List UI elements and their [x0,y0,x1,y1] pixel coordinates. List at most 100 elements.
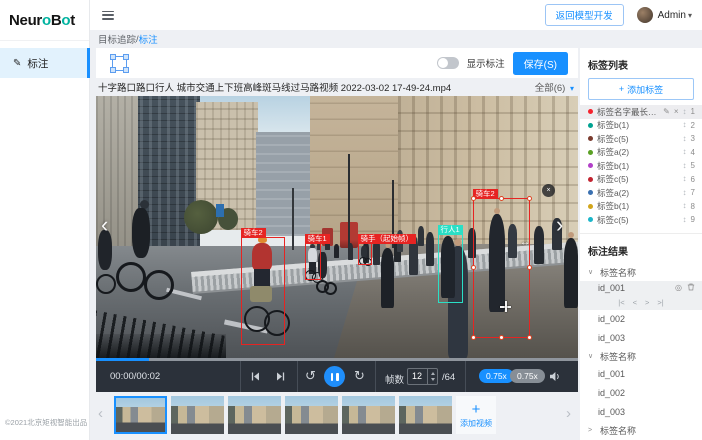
result-group-header[interactable]: ∨ 标签名称 [580,264,702,281]
label-color-dot [588,163,593,168]
frame-number-value[interactable]: 12 [408,369,427,384]
volume-icon[interactable] [549,371,562,384]
forward-10-icon[interactable]: ↻ [354,369,365,382]
trash-icon[interactable] [687,283,695,293]
label-row[interactable]: 标签c(5) ↕ 3 [580,132,702,146]
collapse-menu-icon[interactable] [102,11,114,20]
result-id: id_001 [598,283,625,293]
resize-handle[interactable] [471,196,476,201]
label-name: 标签c(5) [597,133,679,145]
sort-icon[interactable]: ↕ [683,108,687,116]
next-frame-icon[interactable]: > [645,298,649,307]
result-item[interactable]: id_002 [580,384,702,403]
sort-icon[interactable]: ↕ [683,202,687,210]
last-frame-icon[interactable]: >| [657,298,663,307]
video-thumbnail[interactable] [114,396,167,434]
label-shortcut: 2 [691,121,695,130]
filter-dropdown[interactable]: 全部(6) ▾ [535,80,574,94]
video-thumbnail[interactable] [228,396,281,434]
label-row[interactable]: 标签a(2) ↕ 4 [580,146,702,160]
label-row[interactable]: 标签c(5) ↕ 9 [580,213,702,227]
thumbnail-image [285,396,338,434]
delete-icon[interactable]: × [674,108,679,116]
prev-frame-chevron[interactable]: ‹ [101,214,108,236]
resize-handle[interactable] [499,335,504,340]
sort-icon[interactable]: ↕ [683,148,687,156]
sort-icon[interactable]: ↕ [683,135,687,143]
save-button[interactable]: 保存(S) [513,52,568,75]
result-item[interactable]: id_001 [580,365,702,384]
show-annotation-toggle[interactable] [437,57,459,69]
annotation-app: NeuroBot ✎ 标注 ©2021北京矩视智能出品 返回模型开发 Admin… [0,0,702,440]
sort-icon[interactable]: ↕ [683,175,687,183]
resize-handle[interactable] [499,196,504,201]
resize-handle[interactable] [527,265,532,270]
video-thumbnail[interactable] [171,396,224,434]
sort-icon[interactable]: ↕ [683,216,687,224]
add-label-button[interactable]: + 添加标签 [588,78,694,100]
result-item[interactable]: id_003 [580,329,702,348]
next-frame-chevron[interactable]: › [556,214,563,236]
sidebar-item-annotate[interactable]: ✎ 标注 [0,48,90,78]
bbox-pedestrian1[interactable]: 行人1 [438,234,463,303]
result-item-selected[interactable]: id_001 ◎ [580,281,702,296]
time-display: 00:00/00:02 [110,371,160,382]
result-item[interactable]: id_003 [580,403,702,422]
label-row[interactable]: 标签名字最长数... ✎ × ↕ 1 [580,105,702,119]
video-canvas[interactable]: 骑车2 骑车1 骑手（起始帧） 行人1 骑车2 × ↔ ‹ [96,96,578,358]
pause-button[interactable] [324,366,345,387]
video-thumbnail[interactable] [285,396,338,434]
thumbs-next-icon[interactable]: › [566,406,571,421]
result-group-header[interactable]: > 标签名称 [580,422,702,439]
resize-handle[interactable] [527,335,532,340]
first-frame-icon[interactable]: |< [618,298,624,307]
username[interactable]: Admin [658,10,686,21]
label-shortcut: 7 [691,188,695,197]
resize-handle[interactable] [471,335,476,340]
edit-icon[interactable]: ✎ [663,108,670,116]
frame-stepper[interactable] [427,369,437,384]
cyclist-figure [110,200,180,330]
sort-icon[interactable]: ↕ [683,189,687,197]
breadcrumb-parent[interactable]: 目标追踪 [98,32,136,46]
label-row[interactable]: 标签a(2) ↕ 7 [580,186,702,200]
sort-icon[interactable]: ↕ [683,162,687,170]
stepper-down-icon[interactable] [431,378,435,381]
building [256,132,314,236]
thumbs-prev-icon[interactable]: ‹ [98,406,103,421]
result-item[interactable]: id_002 [580,310,702,329]
video-thumbnail[interactable] [342,396,395,434]
locate-icon[interactable]: ◎ [675,284,682,292]
speed-pill-inactive[interactable]: 0.75x [510,369,545,383]
bbox-rider1[interactable]: 骑车1 [305,243,321,280]
video-thumbnail[interactable] [399,396,452,434]
label-row[interactable]: 标签b(1) ↕ 2 [580,119,702,133]
bbox-label: 骑手（起始帧） [358,234,417,244]
label-color-dot [588,217,593,222]
step-next-icon[interactable] [275,371,286,384]
prev-frame-icon[interactable]: < [633,298,637,307]
avatar[interactable] [637,7,653,23]
resize-handle[interactable] [527,196,532,201]
resize-handle[interactable] [471,265,476,270]
add-video-button[interactable]: + 添加视频 [456,396,496,434]
speed-pill-active[interactable]: 0.75x [479,369,514,383]
step-prev-icon[interactable] [250,371,261,384]
frame-number-input[interactable]: 12 [407,368,438,385]
result-group-header[interactable]: ∨ 标签名称 [580,348,702,365]
frame-total-label: /64 [442,372,455,383]
bbox-rider-startframe[interactable]: 骑手（起始帧） [358,243,372,265]
sort-icon[interactable]: ↕ [683,121,687,129]
box-close-icon[interactable]: × [542,184,555,197]
back-to-model-dev-button[interactable]: 返回模型开发 [545,4,624,26]
bbox-rider2[interactable]: 骑车2 [241,237,285,345]
label-row[interactable]: 标签b(1) ↕ 5 [580,159,702,173]
rect-box-tool-icon[interactable] [112,56,127,71]
label-name: 标签b(1) [597,200,679,212]
label-row[interactable]: 标签c(5) ↕ 6 [580,173,702,187]
rewind-10-icon[interactable]: ↺ [305,369,316,382]
stepper-up-icon[interactable] [431,372,435,375]
label-row[interactable]: 标签b(1) ↕ 8 [580,200,702,214]
bbox-rider2-selected[interactable]: 骑车2 [473,198,530,338]
label-color-dot [588,123,593,128]
